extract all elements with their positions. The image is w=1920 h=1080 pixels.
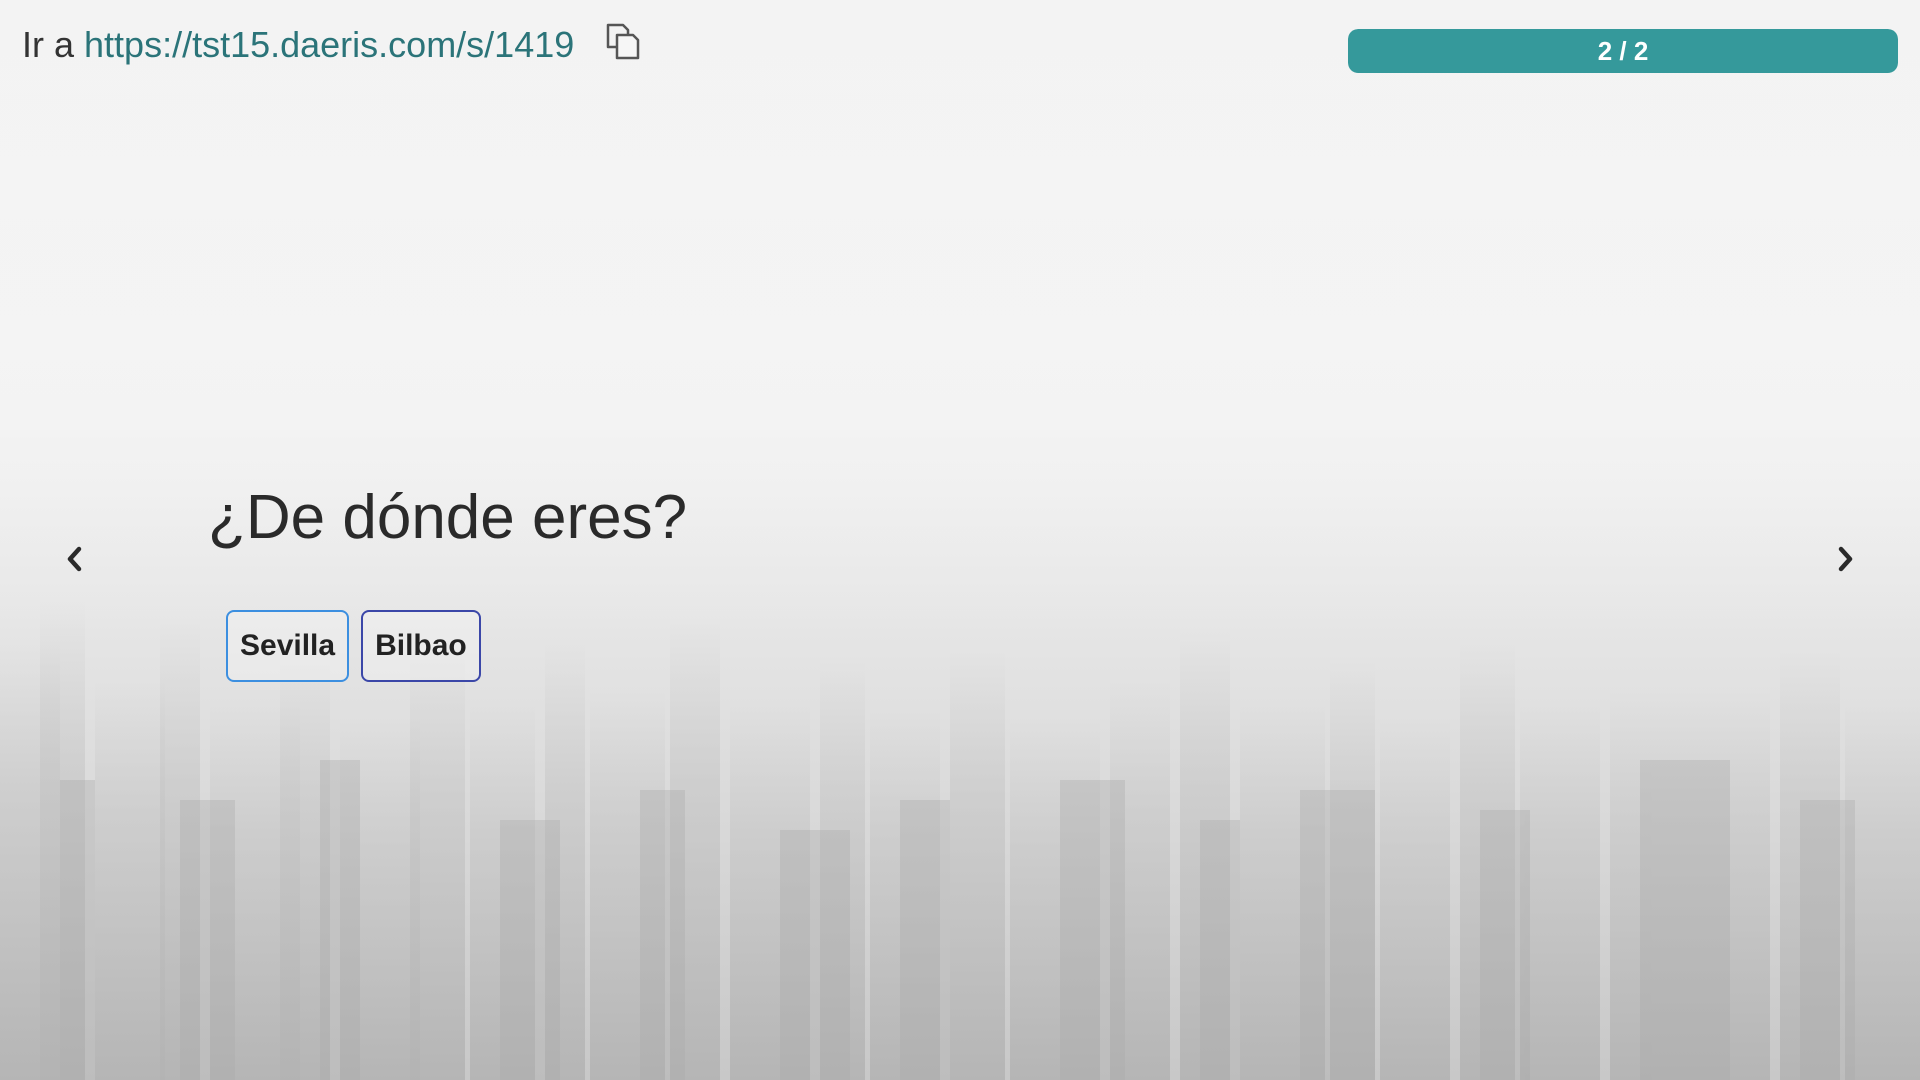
- copy-icon: [603, 21, 643, 70]
- next-button[interactable]: [1825, 539, 1865, 583]
- option-bilbao-button[interactable]: Bilbao: [361, 610, 481, 682]
- answer-options: Sevilla Bilbao: [226, 610, 481, 682]
- progress-counter: 2 / 2: [1597, 35, 1649, 66]
- option-sevilla-button[interactable]: Sevilla: [226, 610, 350, 682]
- share-url-link[interactable]: https://tst15.daeris.com/s/1419: [84, 24, 574, 66]
- chevron-right-icon: [1835, 545, 1855, 578]
- previous-button[interactable]: [55, 539, 95, 583]
- question-title: ¿De dónde eres?: [208, 483, 688, 552]
- share-link-bar: Ir a https://tst15.daeris.com/s/1419: [22, 22, 644, 68]
- copy-link-button[interactable]: [602, 23, 644, 66]
- go-to-label: Ir a: [22, 24, 75, 65]
- chevron-left-icon: [65, 545, 85, 578]
- progress-bar: 2 / 2: [1348, 29, 1898, 73]
